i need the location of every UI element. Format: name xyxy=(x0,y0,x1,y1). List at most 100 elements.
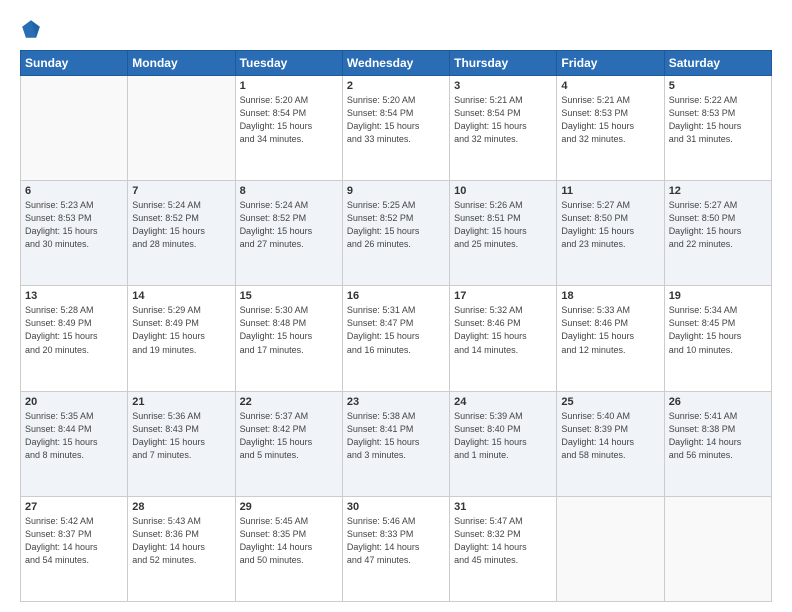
calendar-cell xyxy=(128,76,235,181)
day-info: Sunrise: 5:47 AM Sunset: 8:32 PM Dayligh… xyxy=(454,515,552,567)
calendar-cell: 7 Sunrise: 5:24 AM Sunset: 8:52 PM Daylig… xyxy=(128,181,235,286)
calendar-cell: 15Sunrise: 5:30 AM Sunset: 8:48 PM Dayli… xyxy=(235,286,342,391)
day-header-sunday: Sunday xyxy=(21,51,128,76)
day-number: 13 xyxy=(25,290,123,302)
day-info: Sunrise: 5:21 AM Sunset: 8:53 PM Dayligh… xyxy=(561,94,659,146)
calendar-cell: 8 Sunrise: 5:24 AM Sunset: 8:52 PM Daylig… xyxy=(235,181,342,286)
day-info: Sunrise: 5:20 AM Sunset: 8:54 PM Dayligh… xyxy=(347,94,445,146)
day-info: Sunrise: 5:38 AM Sunset: 8:41 PM Dayligh… xyxy=(347,410,445,462)
calendar-cell xyxy=(664,496,771,601)
calendar-cell: 24Sunrise: 5:39 AM Sunset: 8:40 PM Dayli… xyxy=(450,391,557,496)
day-info: Sunrise: 5:40 AM Sunset: 8:39 PM Dayligh… xyxy=(561,410,659,462)
day-number: 18 xyxy=(561,290,659,302)
calendar-cell: 2 Sunrise: 5:20 AM Sunset: 8:54 PM Daylig… xyxy=(342,76,449,181)
day-number: 2 xyxy=(347,80,445,92)
day-number: 23 xyxy=(347,396,445,408)
day-number: 22 xyxy=(240,396,338,408)
day-info: Sunrise: 5:22 AM Sunset: 8:53 PM Dayligh… xyxy=(669,94,767,146)
day-number: 1 xyxy=(240,80,338,92)
calendar-cell: 18Sunrise: 5:33 AM Sunset: 8:46 PM Dayli… xyxy=(557,286,664,391)
calendar-cell: 13 Sunrise: 5:28 AM Sunset: 8:49 PM Dayli… xyxy=(21,286,128,391)
day-number: 17 xyxy=(454,290,552,302)
day-number: 19 xyxy=(669,290,767,302)
day-info: Sunrise: 5:32 AM Sunset: 8:46 PM Dayligh… xyxy=(454,304,552,356)
page-header xyxy=(20,18,772,40)
day-number: 27 xyxy=(25,501,123,513)
day-number: 8 xyxy=(240,185,338,197)
calendar-cell: 19 Sunrise: 5:34 AM Sunset: 8:45 PM Dayli… xyxy=(664,286,771,391)
calendar-cell xyxy=(21,76,128,181)
day-number: 3 xyxy=(454,80,552,92)
day-info: Sunrise: 5:36 AM Sunset: 8:43 PM Dayligh… xyxy=(132,410,230,462)
calendar-cell: 26 Sunrise: 5:41 AM Sunset: 8:38 PM Dayli… xyxy=(664,391,771,496)
calendar-cell: 11 Sunrise: 5:27 AM Sunset: 8:50 PM Dayli… xyxy=(557,181,664,286)
day-number: 31 xyxy=(454,501,552,513)
day-number: 26 xyxy=(669,396,767,408)
day-number: 20 xyxy=(25,396,123,408)
day-header-saturday: Saturday xyxy=(664,51,771,76)
calendar-cell: 5 Sunrise: 5:22 AM Sunset: 8:53 PM Daylig… xyxy=(664,76,771,181)
calendar-cell: 28 Sunrise: 5:43 AM Sunset: 8:36 PM Dayli… xyxy=(128,496,235,601)
day-info: Sunrise: 5:24 AM Sunset: 8:52 PM Dayligh… xyxy=(132,199,230,251)
day-number: 9 xyxy=(347,185,445,197)
calendar-cell: 4 Sunrise: 5:21 AM Sunset: 8:53 PM Daylig… xyxy=(557,76,664,181)
day-info: Sunrise: 5:43 AM Sunset: 8:36 PM Dayligh… xyxy=(132,515,230,567)
day-number: 25 xyxy=(561,396,659,408)
logo-icon xyxy=(20,18,42,40)
day-info: Sunrise: 5:41 AM Sunset: 8:38 PM Dayligh… xyxy=(669,410,767,462)
logo xyxy=(20,18,46,40)
day-info: Sunrise: 5:26 AM Sunset: 8:51 PM Dayligh… xyxy=(454,199,552,251)
day-header-thursday: Thursday xyxy=(450,51,557,76)
day-info: Sunrise: 5:27 AM Sunset: 8:50 PM Dayligh… xyxy=(561,199,659,251)
calendar-cell: 30 Sunrise: 5:46 AM Sunset: 8:33 PM Dayli… xyxy=(342,496,449,601)
day-info: Sunrise: 5:42 AM Sunset: 8:37 PM Dayligh… xyxy=(25,515,123,567)
day-number: 10 xyxy=(454,185,552,197)
calendar-cell: 10 Sunrise: 5:26 AM Sunset: 8:51 PM Dayli… xyxy=(450,181,557,286)
day-number: 4 xyxy=(561,80,659,92)
calendar-cell: 16 Sunrise: 5:31 AM Sunset: 8:47 PM Dayli… xyxy=(342,286,449,391)
day-header-tuesday: Tuesday xyxy=(235,51,342,76)
day-info: Sunrise: 5:21 AM Sunset: 8:54 PM Dayligh… xyxy=(454,94,552,146)
day-info: Sunrise: 5:35 AM Sunset: 8:44 PM Dayligh… xyxy=(25,410,123,462)
calendar-cell: 31 Sunrise: 5:47 AM Sunset: 8:32 PM Dayli… xyxy=(450,496,557,601)
day-info: Sunrise: 5:23 AM Sunset: 8:53 PM Dayligh… xyxy=(25,199,123,251)
calendar-cell: 1 Sunrise: 5:20 AM Sunset: 8:54 PM Daylig… xyxy=(235,76,342,181)
day-info: Sunrise: 5:30 AM Sunset: 8:48 PM Dayligh… xyxy=(240,304,338,356)
day-number: 7 xyxy=(132,185,230,197)
day-info: Sunrise: 5:34 AM Sunset: 8:45 PM Dayligh… xyxy=(669,304,767,356)
calendar-cell: 20 Sunrise: 5:35 AM Sunset: 8:44 PM Dayli… xyxy=(21,391,128,496)
day-number: 30 xyxy=(347,501,445,513)
day-number: 6 xyxy=(25,185,123,197)
calendar-cell: 29Sunrise: 5:45 AM Sunset: 8:35 PM Dayli… xyxy=(235,496,342,601)
day-number: 21 xyxy=(132,396,230,408)
day-info: Sunrise: 5:28 AM Sunset: 8:49 PM Dayligh… xyxy=(25,304,123,356)
day-number: 16 xyxy=(347,290,445,302)
day-number: 11 xyxy=(561,185,659,197)
calendar-cell: 14 Sunrise: 5:29 AM Sunset: 8:49 PM Dayli… xyxy=(128,286,235,391)
day-info: Sunrise: 5:27 AM Sunset: 8:50 PM Dayligh… xyxy=(669,199,767,251)
day-info: Sunrise: 5:24 AM Sunset: 8:52 PM Dayligh… xyxy=(240,199,338,251)
calendar-cell: 3 Sunrise: 5:21 AM Sunset: 8:54 PM Daylig… xyxy=(450,76,557,181)
day-number: 14 xyxy=(132,290,230,302)
calendar-cell: 17 Sunrise: 5:32 AM Sunset: 8:46 PM Dayli… xyxy=(450,286,557,391)
day-header-monday: Monday xyxy=(128,51,235,76)
day-number: 12 xyxy=(669,185,767,197)
calendar-cell: 25 Sunrise: 5:40 AM Sunset: 8:39 PM Dayli… xyxy=(557,391,664,496)
day-info: Sunrise: 5:31 AM Sunset: 8:47 PM Dayligh… xyxy=(347,304,445,356)
day-header-friday: Friday xyxy=(557,51,664,76)
calendar-cell: 9Sunrise: 5:25 AM Sunset: 8:52 PM Daylig… xyxy=(342,181,449,286)
day-header-wednesday: Wednesday xyxy=(342,51,449,76)
calendar-cell: 27 Sunrise: 5:42 AM Sunset: 8:37 PM Dayli… xyxy=(21,496,128,601)
day-number: 28 xyxy=(132,501,230,513)
calendar-cell: 21 Sunrise: 5:36 AM Sunset: 8:43 PM Dayli… xyxy=(128,391,235,496)
calendar-cell: 12 Sunrise: 5:27 AM Sunset: 8:50 PM Dayli… xyxy=(664,181,771,286)
day-number: 24 xyxy=(454,396,552,408)
day-info: Sunrise: 5:37 AM Sunset: 8:42 PM Dayligh… xyxy=(240,410,338,462)
day-info: Sunrise: 5:29 AM Sunset: 8:49 PM Dayligh… xyxy=(132,304,230,356)
day-info: Sunrise: 5:20 AM Sunset: 8:54 PM Dayligh… xyxy=(240,94,338,146)
day-info: Sunrise: 5:46 AM Sunset: 8:33 PM Dayligh… xyxy=(347,515,445,567)
calendar-table: SundayMondayTuesdayWednesdayThursdayFrid… xyxy=(20,50,772,602)
day-number: 5 xyxy=(669,80,767,92)
day-number: 29 xyxy=(240,501,338,513)
calendar-cell: 22 Sunrise: 5:37 AM Sunset: 8:42 PM Dayli… xyxy=(235,391,342,496)
